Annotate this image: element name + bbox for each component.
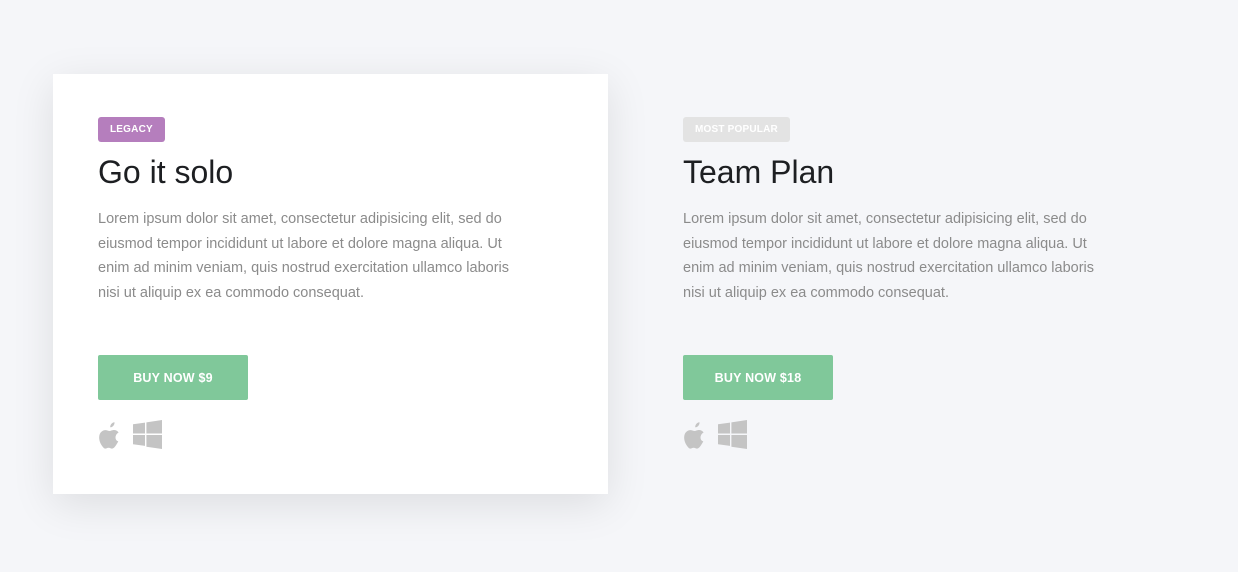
apple-icon [683,419,707,449]
plan-description: Lorem ipsum dolor sit amet, consectetur … [683,211,1095,301]
windows-icon [718,419,748,449]
most-popular-badge: MOST POPULAR [683,117,790,142]
pricing-card-team: MOST POPULAR Team Plan Lorem ipsum dolor… [638,74,1193,494]
plan-title: Team Plan [683,154,835,190]
pricing-card-solo: LEGACY Go it solo Lorem ipsum dolor sit … [53,74,608,494]
windows-icon [133,419,163,449]
platform-icons [98,419,163,449]
platform-icons [683,419,748,449]
plan-title: Go it solo [98,154,234,190]
buy-now-button[interactable]: BUY NOW $18 [683,355,833,400]
legacy-badge: LEGACY [98,117,165,142]
buy-now-button[interactable]: BUY NOW $9 [98,355,248,400]
plan-description: Lorem ipsum dolor sit amet, consectetur … [98,211,510,301]
apple-icon [98,419,122,449]
